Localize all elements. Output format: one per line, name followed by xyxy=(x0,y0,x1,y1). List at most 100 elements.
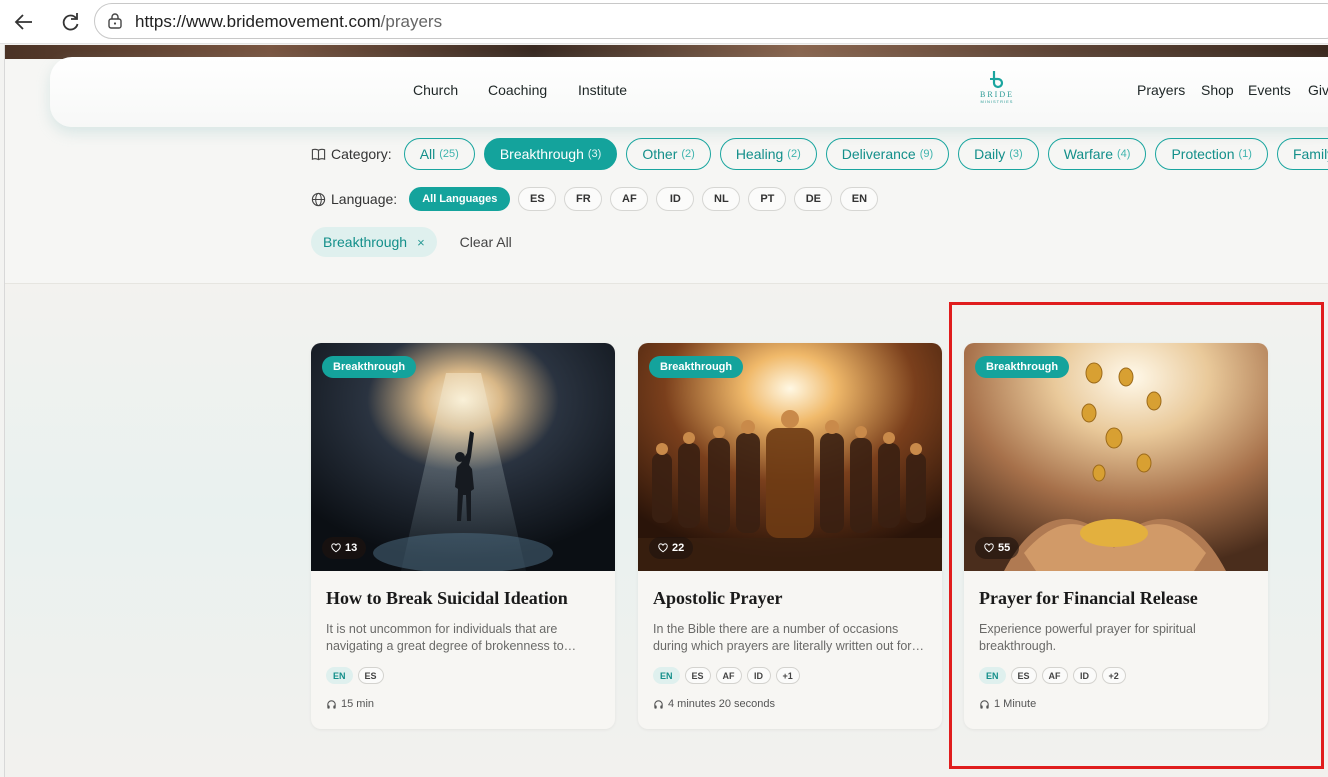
chip-label: Warfare xyxy=(1063,146,1113,162)
nav-link-church[interactable]: Church xyxy=(413,82,458,98)
nav-link-events[interactable]: Events xyxy=(1248,82,1291,98)
language-tag: AF xyxy=(715,667,742,684)
language-tag: ID xyxy=(746,667,771,684)
language-chip-en[interactable]: EN xyxy=(840,187,879,211)
language-chip-es[interactable]: ES xyxy=(518,187,557,211)
category-chip-warfare[interactable]: Warfare (4) xyxy=(1047,138,1147,170)
language-chip-nl[interactable]: NL xyxy=(702,187,741,211)
filters-section: Church Coaching Institute BRIDE MINISTRI… xyxy=(5,57,1328,284)
chip-label: Healing xyxy=(735,146,784,162)
nav-link-prayers[interactable]: Prayers xyxy=(1137,82,1185,98)
bride-logo[interactable]: BRIDE MINISTRIES xyxy=(967,69,1027,113)
duration-text: 15 min xyxy=(341,698,375,710)
category-chip-deliverance[interactable]: Deliverance (9) xyxy=(825,138,950,170)
chip-count: (2) xyxy=(681,148,695,160)
category-chip-healing[interactable]: Healing (2) xyxy=(719,138,817,170)
category-chip-breakthrough[interactable]: Breakthrough (3) xyxy=(483,138,618,170)
prayer-card[interactable]: Breakthrough 13 How to Break Suicidal Id… xyxy=(311,343,615,729)
category-chip-family[interactable]: Family xyxy=(1276,138,1328,170)
language-chip-fr[interactable]: FR xyxy=(564,187,603,211)
language-tag: ES xyxy=(684,667,711,684)
language-tag-more: +1 xyxy=(775,667,800,684)
address-bar[interactable]: https://www.bridemovement.com/prayers xyxy=(94,3,1328,39)
logo-subtitle: MINISTRIES xyxy=(980,99,1014,104)
language-label: Language: xyxy=(311,191,397,207)
likes-value: 22 xyxy=(672,542,685,554)
nav-link-shop[interactable]: Shop xyxy=(1201,82,1234,98)
card-description: In the Bible there are a number of occas… xyxy=(653,622,912,653)
card-language-tags: EN ES xyxy=(326,667,384,684)
prayer-card[interactable]: Breakthrough 22 Apostolic Prayer In the … xyxy=(638,343,942,729)
remove-filter-icon[interactable]: × xyxy=(417,235,425,250)
language-label-text: Language: xyxy=(331,191,398,207)
chip-count: (3) xyxy=(587,148,602,160)
category-chip-daily[interactable]: Daily (3) xyxy=(958,138,1039,170)
card-duration: 15 min xyxy=(326,698,374,710)
nav-link-coaching[interactable]: Coaching xyxy=(488,82,547,98)
category-chip-all[interactable]: All (25) xyxy=(403,138,475,170)
heart-icon xyxy=(331,543,341,553)
card-image[interactable]: Breakthrough 22 xyxy=(638,343,942,571)
chip-label: Daily xyxy=(974,146,1006,162)
language-tag: EN xyxy=(326,667,353,684)
chip-count: (1) xyxy=(1238,148,1252,160)
chip-count: (9) xyxy=(919,148,934,160)
url-path: /prayers xyxy=(380,12,443,31)
site-info-icon[interactable] xyxy=(106,12,124,30)
headphones-icon xyxy=(327,699,336,709)
likes-count[interactable]: 22 xyxy=(649,537,694,559)
language-tag: EN xyxy=(653,667,680,684)
chip-label: Breakthrough xyxy=(499,146,584,162)
site-navbar: Church Coaching Institute BRIDE MINISTRI… xyxy=(50,57,1328,127)
nav-link-institute[interactable]: Institute xyxy=(578,82,627,98)
reload-icon[interactable] xyxy=(56,8,84,36)
chip-label: Deliverance xyxy=(841,146,916,162)
card-duration: 4 minutes 20 seconds xyxy=(653,698,775,710)
chip-count: (4) xyxy=(1117,148,1131,160)
chip-count: (3) xyxy=(1009,148,1023,160)
duration-text: 4 minutes 20 seconds xyxy=(668,698,776,710)
logo-mark-icon xyxy=(990,71,1004,89)
card-language-tags: EN ES AF ID +1 xyxy=(653,667,800,684)
card-description: It is not uncommon for individuals that … xyxy=(326,622,564,653)
back-arrow-icon[interactable] xyxy=(10,8,38,36)
book-icon xyxy=(311,148,326,160)
card-title[interactable]: How to Break Suicidal Ideation xyxy=(326,588,606,609)
globe-icon xyxy=(311,192,326,206)
category-badge: Breakthrough xyxy=(322,356,417,378)
chip-label: Other xyxy=(642,146,678,162)
browser-toolbar: https://www.bridemovement.com/prayers xyxy=(0,0,1328,44)
likes-value: 13 xyxy=(345,542,358,554)
chip-label: Family xyxy=(1292,146,1328,162)
category-filter-row: Category: All (25) Breakthrough (3) Other(… xyxy=(311,138,1328,170)
language-chip-id[interactable]: ID xyxy=(656,187,695,211)
url-text: https://www.bridemovement.com/prayers xyxy=(135,12,442,32)
headphones-icon xyxy=(654,699,663,709)
category-label-text: Category: xyxy=(331,146,392,162)
chip-count: (25) xyxy=(439,148,459,160)
category-badge: Breakthrough xyxy=(649,356,744,378)
category-chip-protection[interactable]: Protection (1) xyxy=(1155,138,1268,170)
language-chip-pt[interactable]: PT xyxy=(748,187,787,211)
language-chip-all[interactable]: All Languages xyxy=(409,187,511,211)
language-filter-row: Language: All Languages ES FR AF ID NL P… xyxy=(311,187,886,211)
language-chip-de[interactable]: DE xyxy=(794,187,833,211)
active-filters-row: Breakthrough × Clear All xyxy=(311,227,512,257)
active-filter-breakthrough[interactable]: Breakthrough × xyxy=(311,227,437,257)
chip-label: Protection xyxy=(1171,146,1235,162)
card-title[interactable]: Apostolic Prayer xyxy=(653,588,933,609)
likes-count[interactable]: 13 xyxy=(322,537,367,559)
url-host: https://www.bridemovement.com xyxy=(135,12,381,31)
logo-wordmark: BRIDE xyxy=(980,90,1014,99)
chip-label: All xyxy=(419,146,436,162)
language-chip-af[interactable]: AF xyxy=(610,187,649,211)
category-label: Category: xyxy=(311,146,392,162)
chip-count: (2) xyxy=(787,148,801,160)
clear-all-button[interactable]: Clear All xyxy=(460,234,512,250)
card-image[interactable]: Breakthrough 13 xyxy=(311,343,615,571)
category-chip-other[interactable]: Other (2) xyxy=(626,138,711,170)
nav-link-give[interactable]: Give xyxy=(1308,82,1328,98)
highlight-annotation-box xyxy=(949,302,1324,769)
active-filter-label: Breakthrough xyxy=(323,234,408,250)
heart-icon xyxy=(658,543,668,553)
